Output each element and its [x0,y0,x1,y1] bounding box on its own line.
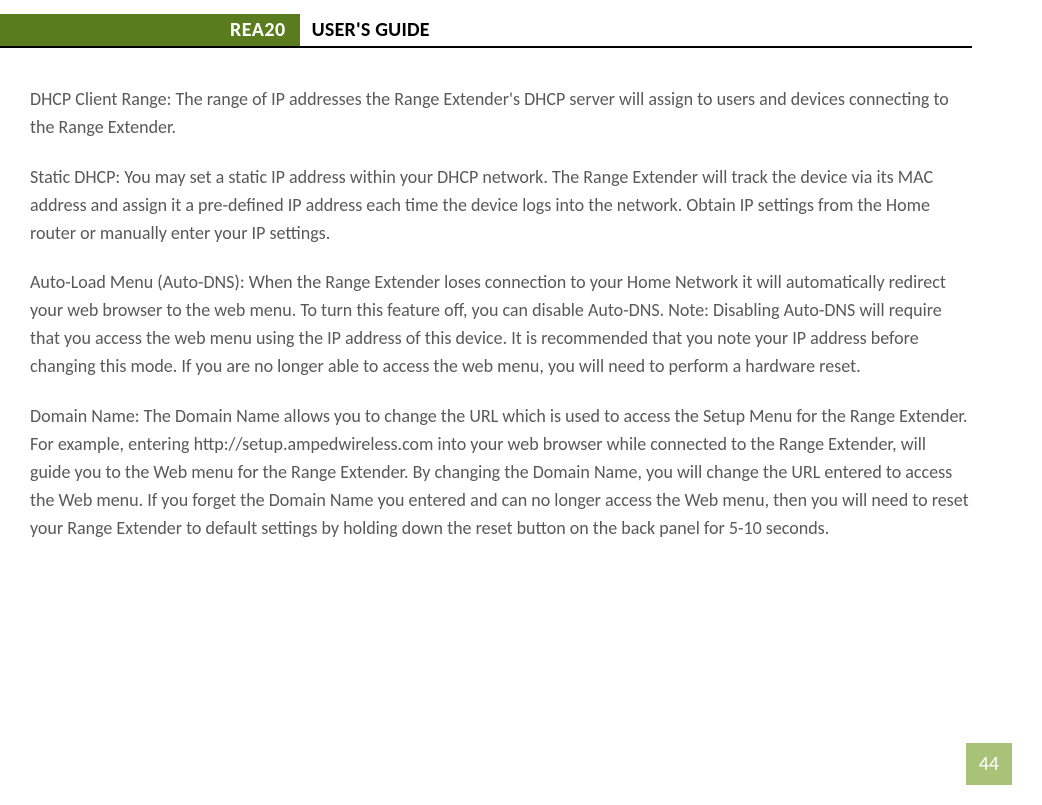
paragraph-static-dhcp: Static DHCP: You may set a static IP add… [30,164,970,248]
page-number: 44 [966,743,1012,785]
body-content: DHCP Client Range: The range of IP addre… [0,48,1042,542]
paragraph-domain-name: Domain Name: The Domain Name allows you … [30,403,970,542]
product-badge: REA20 [0,14,300,46]
page-header: REA20 USER'S GUIDE [0,14,972,48]
paragraph-dhcp-client-range: DHCP Client Range: The range of IP addre… [30,86,970,142]
document-title: USER'S GUIDE [300,14,430,46]
paragraph-auto-load-menu: Auto-Load Menu (Auto-DNS): When the Rang… [30,269,970,381]
